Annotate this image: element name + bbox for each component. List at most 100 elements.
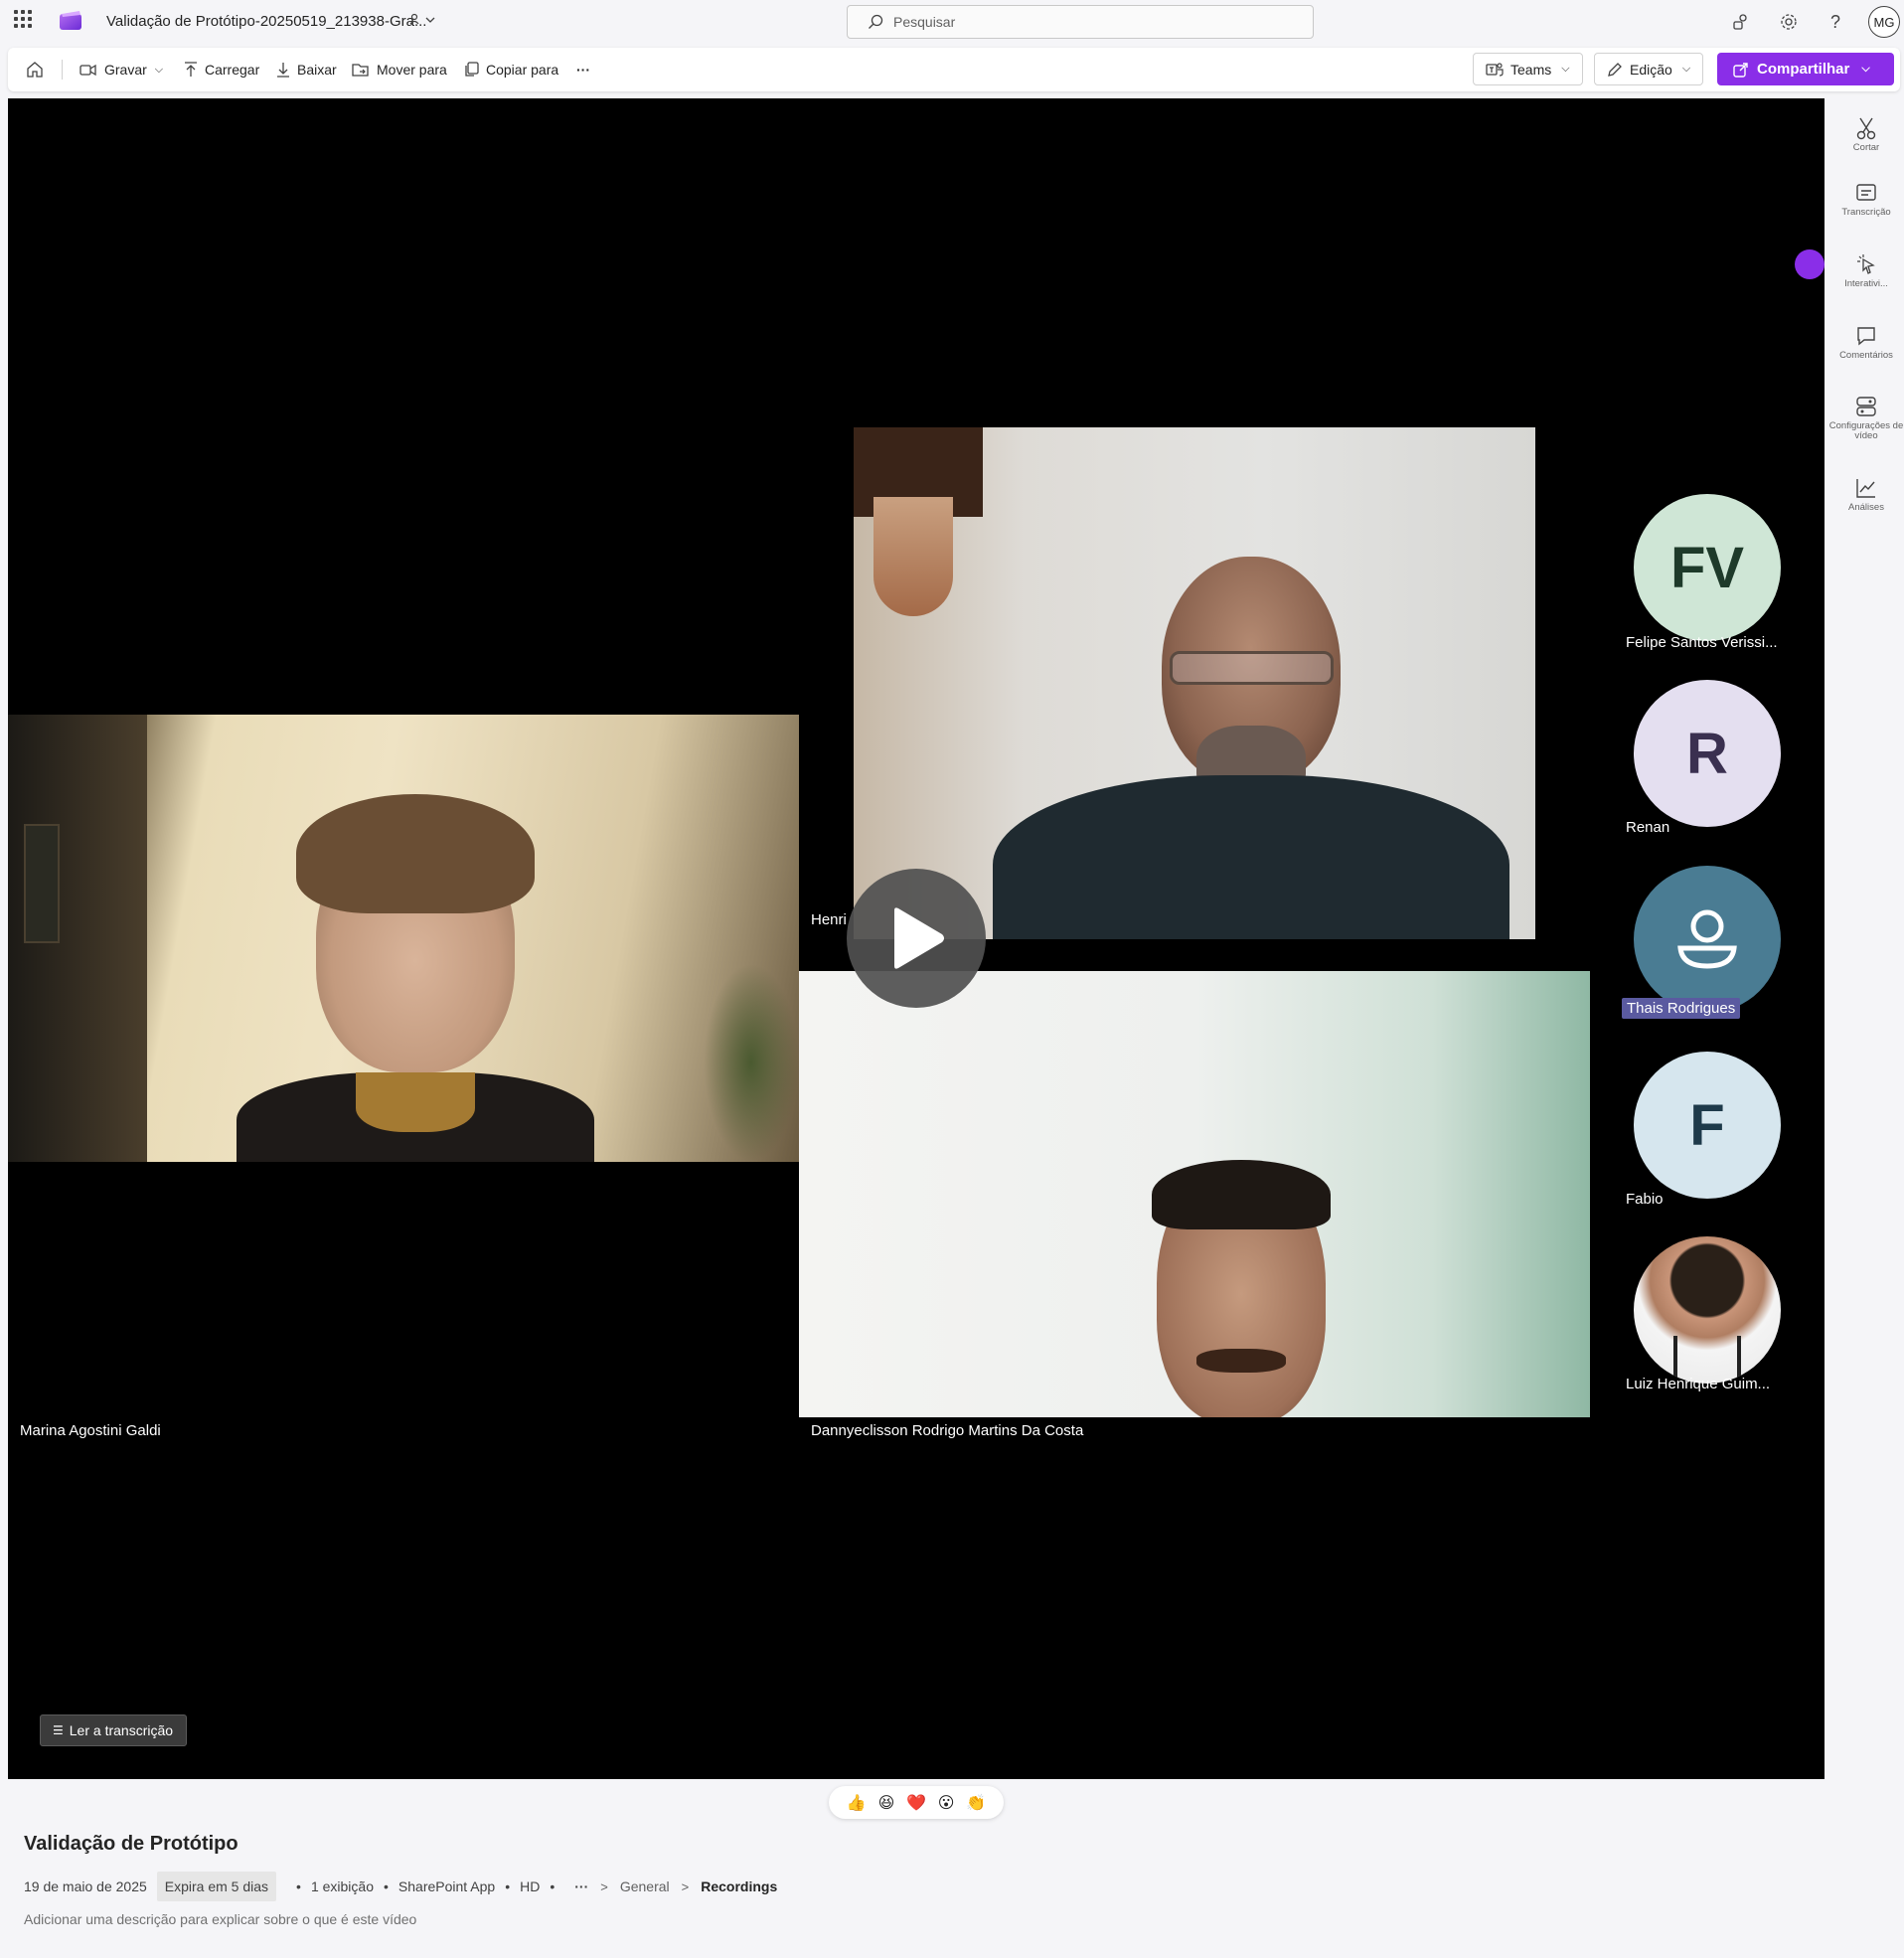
person-hair	[1152, 1160, 1331, 1229]
search-box[interactable]: Pesquisar	[847, 5, 1314, 39]
rail-interactivity[interactable]: Interativi...	[1828, 249, 1904, 289]
rail-label: Interativi...	[1844, 278, 1888, 289]
quality-badge: HD	[520, 1878, 541, 1894]
participant-name-luiz: Luiz Henrique Guim...	[1626, 1376, 1771, 1392]
more-options-button[interactable]: ···	[576, 48, 590, 91]
separator-dot: •	[550, 1878, 555, 1894]
breadcrumb-general[interactable]: General	[620, 1878, 670, 1894]
home-button[interactable]	[26, 48, 51, 91]
picture-frame	[24, 824, 60, 943]
download-button[interactable]: Baixar	[276, 48, 337, 91]
divider	[62, 60, 63, 80]
chevron-right-icon: >	[681, 1878, 690, 1894]
chevron-down-icon: ⌵	[1861, 63, 1870, 75]
description-field[interactable]: Adicionar uma descrição para explicar so…	[24, 1911, 416, 1927]
reaction-heart[interactable]: ❤️	[906, 1793, 926, 1813]
rail-label: Análises	[1848, 502, 1884, 513]
expiration-badge[interactable]: Expira em 5 dias	[156, 1872, 277, 1901]
video-player[interactable]: Marina Agostini Galdi Henri Dannyeclisso…	[8, 98, 1825, 1779]
rail-label: Configurações de vídeo	[1828, 420, 1904, 441]
play-button[interactable]	[847, 869, 986, 1008]
rail-transcript[interactable]: Transcrição	[1828, 178, 1904, 218]
record-button[interactable]: Gravar ⌵	[79, 48, 163, 91]
tile-name-marina: Marina Agostini Galdi	[20, 1422, 161, 1439]
scissors-icon	[1828, 113, 1904, 143]
breadcrumb-recordings[interactable]: Recordings	[701, 1878, 777, 1894]
glasses	[1170, 651, 1334, 685]
chevron-down-icon: ⌵	[154, 63, 164, 76]
record-label: Gravar	[104, 62, 147, 78]
command-bar: Gravar ⌵ Carregar Baixar Mover para Copi…	[8, 48, 1900, 91]
people-icon[interactable]	[1730, 11, 1752, 33]
participant-avatar-felipe: FV	[1634, 494, 1781, 641]
move-icon	[352, 64, 369, 77]
teams-icon	[1486, 62, 1504, 77]
download-label: Baixar	[297, 62, 337, 78]
participant-avatar-renan: R	[1634, 680, 1781, 827]
participant-name-felipe: Felipe Santos Verissi...	[1626, 634, 1778, 651]
reaction-applause[interactable]: 👏	[966, 1793, 986, 1813]
cursor-icon	[1828, 249, 1904, 279]
participant-name-renan: Renan	[1626, 819, 1670, 836]
person-body	[993, 775, 1509, 939]
user-avatar[interactable]: MG	[1868, 6, 1900, 38]
move-label: Mover para	[377, 62, 447, 78]
settings-gear-icon[interactable]	[1778, 11, 1800, 33]
interactivity-indicator	[1795, 249, 1825, 279]
rail-label: Comentários	[1839, 350, 1893, 361]
participant-avatar-thais	[1634, 866, 1781, 1013]
video-tile-marina	[8, 715, 799, 1162]
rail-video-settings[interactable]: Configurações de vídeo	[1828, 392, 1904, 441]
read-transcript-button[interactable]: ☰ Ler a transcrição	[40, 1714, 187, 1746]
upload-icon	[185, 62, 197, 77]
participant-avatar-luiz	[1634, 1236, 1781, 1384]
video-date: 19 de maio de 2025	[24, 1878, 147, 1894]
move-to-button[interactable]: Mover para	[352, 48, 447, 91]
record-icon	[79, 64, 96, 77]
app-launcher-icon[interactable]	[14, 10, 32, 28]
document-title[interactable]: Validação de Protótipo-20250519_213938-G…	[106, 13, 426, 30]
play-icon	[894, 907, 944, 969]
reaction-laugh[interactable]: 😆	[878, 1793, 895, 1813]
chevron-right-icon: >	[600, 1878, 608, 1894]
video-title[interactable]: Validação de Protótipo	[24, 1833, 238, 1856]
rail-comments[interactable]: Comentários	[1828, 321, 1904, 361]
reaction-like[interactable]: 👍	[847, 1793, 867, 1813]
lamp	[873, 497, 953, 616]
reaction-surprised[interactable]: 😮	[938, 1793, 955, 1813]
yellow-shirt	[356, 1072, 475, 1132]
copy-icon	[465, 62, 479, 77]
teams-button[interactable]: Teams ⌵	[1473, 53, 1583, 85]
person-hair	[296, 794, 535, 913]
participant-name-fabio: Fabio	[1626, 1191, 1664, 1208]
chevron-down-icon: ⌵	[1681, 63, 1691, 75]
upload-button[interactable]: Carregar	[184, 48, 259, 91]
breadcrumb-more-button[interactable]: ···	[574, 1878, 588, 1894]
chevron-down-icon: ⌵	[1561, 63, 1570, 75]
right-rail: Cortar Transcrição Interativi... Comentá…	[1828, 98, 1904, 556]
share-status-chevron-icon[interactable]	[408, 12, 438, 31]
tile-name-danny: Dannyeclisson Rodrigo Martins Da Costa	[811, 1422, 1084, 1439]
participant-avatar-fabio: F	[1634, 1052, 1781, 1199]
source-app: SharePoint App	[397, 1878, 496, 1894]
rail-analytics[interactable]: Análises	[1828, 473, 1904, 513]
rail-label: Transcrição	[1841, 207, 1891, 218]
rail-cut[interactable]: Cortar	[1828, 113, 1904, 153]
help-icon[interactable]: ?	[1825, 11, 1846, 33]
video-tile-danny	[799, 971, 1590, 1417]
video-tile-henri	[854, 427, 1535, 939]
separator-dot: •	[296, 1878, 301, 1894]
edit-mode-button[interactable]: Edição ⌵	[1594, 53, 1704, 85]
home-icon	[27, 62, 43, 78]
video-metadata: 19 de maio de 2025 Expira em 5 dias • 1 …	[24, 1872, 777, 1901]
person-placeholder-icon	[1677, 909, 1737, 969]
separator-dot: •	[384, 1878, 389, 1894]
participant-name-thais: Thais Rodrigues	[1622, 998, 1741, 1019]
copy-label: Copiar para	[486, 62, 559, 78]
upload-label: Carregar	[205, 62, 260, 78]
list-lines-icon: ☰	[53, 1723, 64, 1737]
stream-logo-icon	[60, 11, 81, 30]
analytics-icon	[1828, 473, 1904, 503]
copy-to-button[interactable]: Copiar para	[463, 48, 558, 91]
share-button[interactable]: Compartilhar ⌵	[1717, 53, 1894, 85]
